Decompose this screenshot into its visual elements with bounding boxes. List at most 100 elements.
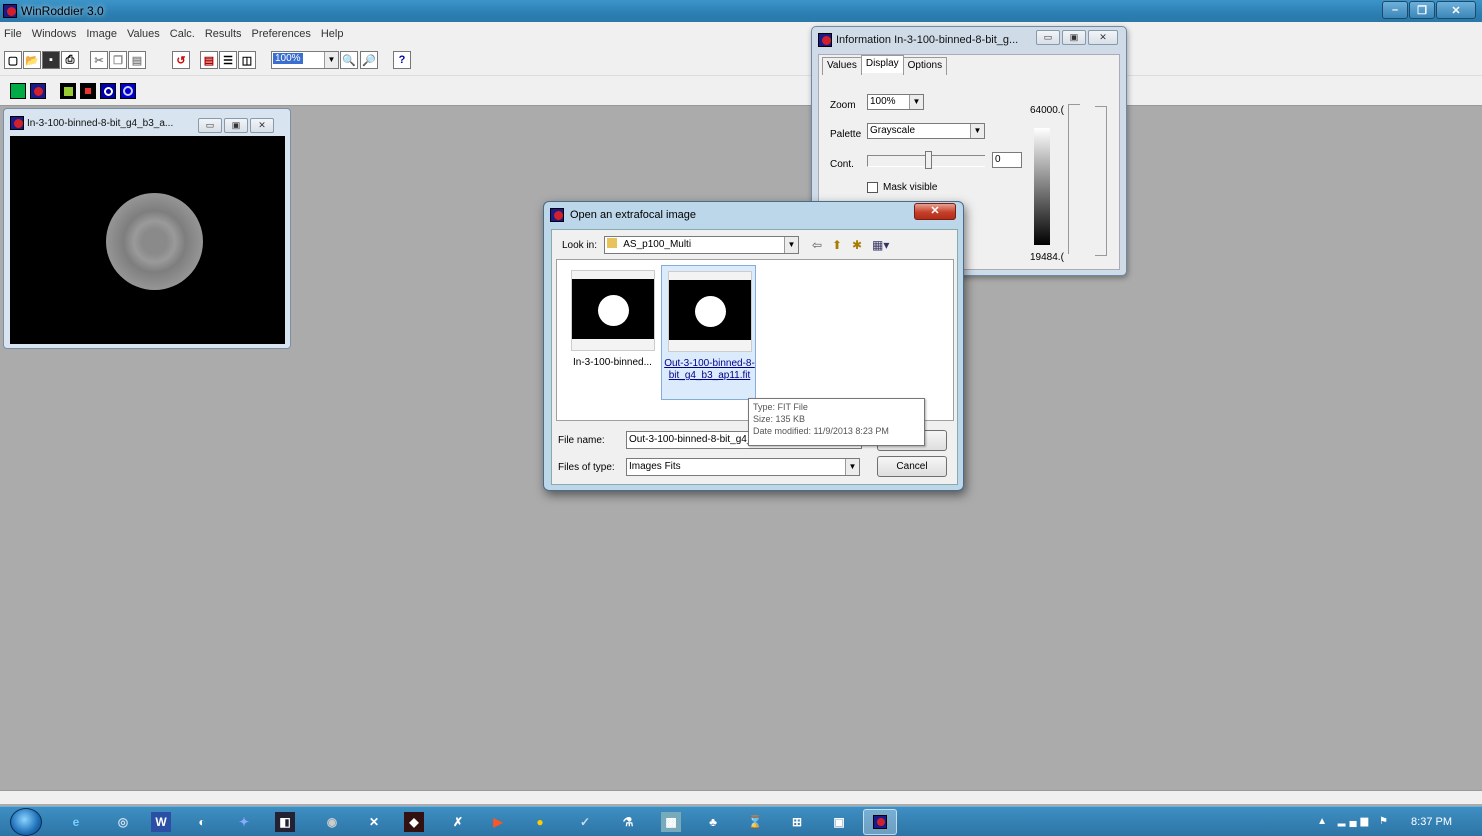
menu-help[interactable]: Help (321, 28, 344, 40)
menu-windows[interactable]: Windows (32, 28, 77, 40)
help-button[interactable]: ? (393, 51, 411, 69)
media-player-icon[interactable]: ▶ (488, 812, 508, 832)
max-range-slider[interactable] (1068, 104, 1080, 254)
extrafocal-image[interactable] (10, 136, 285, 344)
defocus-icon[interactable] (30, 83, 46, 99)
file-list[interactable]: In-3-100-binned... Out-3-100-binned-8-bi… (556, 259, 954, 421)
app-icon-1[interactable]: ◐ (192, 812, 212, 832)
chevron-down-icon: ▼ (324, 52, 338, 68)
file-item[interactable]: In-3-100-binned... (565, 265, 660, 400)
app-icon-5[interactable]: ✕ (364, 812, 384, 832)
browser-icon[interactable]: ◎ (113, 812, 133, 832)
tile-horizontal-icon[interactable]: ☰ (219, 51, 237, 69)
file-name-label: File name: (558, 435, 605, 446)
app-icon-13[interactable]: ⌛ (745, 812, 765, 832)
contrast-slider-thumb[interactable] (925, 151, 932, 169)
image-window-icon (10, 116, 24, 130)
palette-value: Grayscale (870, 125, 916, 136)
minimize-button[interactable]: – (1382, 1, 1408, 19)
image-window-maximize-button[interactable]: ▣ (224, 118, 248, 133)
refresh-icon[interactable]: ↺ (172, 51, 190, 69)
camera-icon[interactable] (10, 83, 26, 99)
app-icon-12[interactable]: ♣ (703, 812, 723, 832)
app-icon-11[interactable]: ▩ (661, 812, 681, 832)
menu-image[interactable]: Image (86, 28, 117, 40)
up-folder-icon[interactable]: ⬆ (832, 238, 842, 252)
menu-bar: File Windows Image Values Calc. Results … (0, 22, 1482, 46)
contrast-label: Cont. (830, 159, 854, 170)
tile-vertical-icon[interactable]: ◫ (238, 51, 256, 69)
copy-icon[interactable]: ❐ (109, 51, 127, 69)
spot-icon[interactable] (80, 83, 96, 99)
file-name: Out-3-100-binned-8-bit_g4_b3_ap11.fit (664, 358, 755, 381)
open-file-dialog[interactable]: Open an extrafocal image ✕ Look in: AS_p… (543, 201, 964, 491)
start-button[interactable] (10, 808, 42, 836)
close-button[interactable]: ✕ (1436, 1, 1476, 19)
internet-explorer-icon[interactable]: e (66, 812, 86, 832)
look-in-select[interactable]: AS_p100_Multi ▼ (604, 236, 799, 254)
dialog-close-button[interactable]: ✕ (914, 203, 956, 220)
info-window-minimize-button[interactable]: ▭ (1036, 30, 1060, 45)
app-icon-15[interactable]: ▣ (829, 812, 849, 832)
image-window-minimize-button[interactable]: ▭ (198, 118, 222, 133)
main-toolbar: ▢ 📂 ▪ ⎙ ✂ ❐ ▤ ↺ ▤ ☰ ◫ 100% ▼ 🔍 🔎 ? (0, 46, 1482, 76)
min-range-slider[interactable] (1095, 106, 1107, 256)
app-icon-6[interactable]: ◆ (404, 812, 424, 832)
app-icon-3[interactable]: ◧ (275, 812, 295, 832)
paste-icon[interactable]: ▤ (128, 51, 146, 69)
cancel-button[interactable]: Cancel (877, 456, 947, 477)
app-icon-4[interactable]: ◉ (322, 812, 342, 832)
app-icon-14[interactable]: ⊞ (787, 812, 807, 832)
info-window-close-button[interactable]: ✕ (1088, 30, 1118, 45)
app-icon-7[interactable]: ✗ (448, 812, 468, 832)
view-menu-icon[interactable]: ▦▾ (872, 238, 889, 252)
chevron-down-icon: ▼ (909, 95, 923, 109)
palette-max-value: 64000.( (1030, 105, 1064, 116)
app-icon-2[interactable]: ✦ (234, 812, 254, 832)
palette-select[interactable]: Grayscale ▼ (867, 123, 985, 139)
zoom-out-icon[interactable]: 🔎 (360, 51, 378, 69)
cascade-icon[interactable]: ▤ (200, 51, 218, 69)
app-icon-8[interactable]: ● (530, 812, 550, 832)
image-window-close-button[interactable]: ✕ (250, 118, 274, 133)
folder-icon (607, 238, 617, 248)
zoom-select-value: 100% (273, 53, 303, 64)
taskbar-clock[interactable]: 8:37 PM (1411, 816, 1452, 828)
file-item-selected[interactable]: Out-3-100-binned-8-bit_g4_b3_ap11.fit (661, 265, 756, 400)
tab-options[interactable]: Options (902, 57, 948, 75)
image-window[interactable]: In-3-100-binned-8-bit_g4_b3_a... ▭ ▣ ✕ (3, 108, 291, 349)
app-icon-9[interactable]: ✓ (575, 812, 595, 832)
menu-results[interactable]: Results (205, 28, 242, 40)
new-file-icon[interactable]: ▢ (4, 51, 22, 69)
menu-preferences[interactable]: Preferences (252, 28, 311, 40)
word-icon[interactable]: W (151, 812, 171, 832)
winroddier-taskbar-button[interactable] (863, 809, 897, 835)
zoom-select[interactable]: 100% ▼ (271, 51, 339, 69)
fringe-icon[interactable] (60, 83, 76, 99)
print-icon[interactable]: ⎙ (61, 51, 79, 69)
save-icon[interactable]: ▪ (42, 51, 60, 69)
open-folder-icon[interactable]: 📂 (23, 51, 41, 69)
menu-calc[interactable]: Calc. (170, 28, 195, 40)
cut-icon[interactable]: ✂ (90, 51, 108, 69)
menu-file[interactable]: File (4, 28, 22, 40)
zoom-in-icon[interactable]: 🔍 (340, 51, 358, 69)
app-icon-10[interactable]: ⚗ (618, 812, 638, 832)
target-icon[interactable] (120, 83, 136, 99)
info-window-maximize-button[interactable]: ▣ (1062, 30, 1086, 45)
mask-visible-checkbox[interactable] (867, 182, 878, 193)
files-of-type-select[interactable]: Images Fits ▼ (626, 458, 860, 476)
tab-values[interactable]: Values (822, 57, 862, 75)
mask-visible-label: Mask visible (883, 182, 938, 193)
new-folder-icon[interactable]: ✱ (852, 238, 862, 252)
tab-display[interactable]: Display (860, 55, 904, 73)
look-in-value: AS_p100_Multi (623, 239, 692, 250)
chevron-down-icon: ▼ (784, 237, 798, 253)
back-icon[interactable]: ⇦ (812, 238, 822, 252)
system-tray[interactable]: ▲ ▂▄▆ ⚑ (1317, 816, 1392, 827)
restore-button[interactable]: ❐ (1409, 1, 1435, 19)
ring-icon[interactable] (100, 83, 116, 99)
display-zoom-select[interactable]: 100% ▼ (867, 94, 924, 110)
contrast-input[interactable]: 0 (992, 152, 1022, 168)
menu-values[interactable]: Values (127, 28, 160, 40)
